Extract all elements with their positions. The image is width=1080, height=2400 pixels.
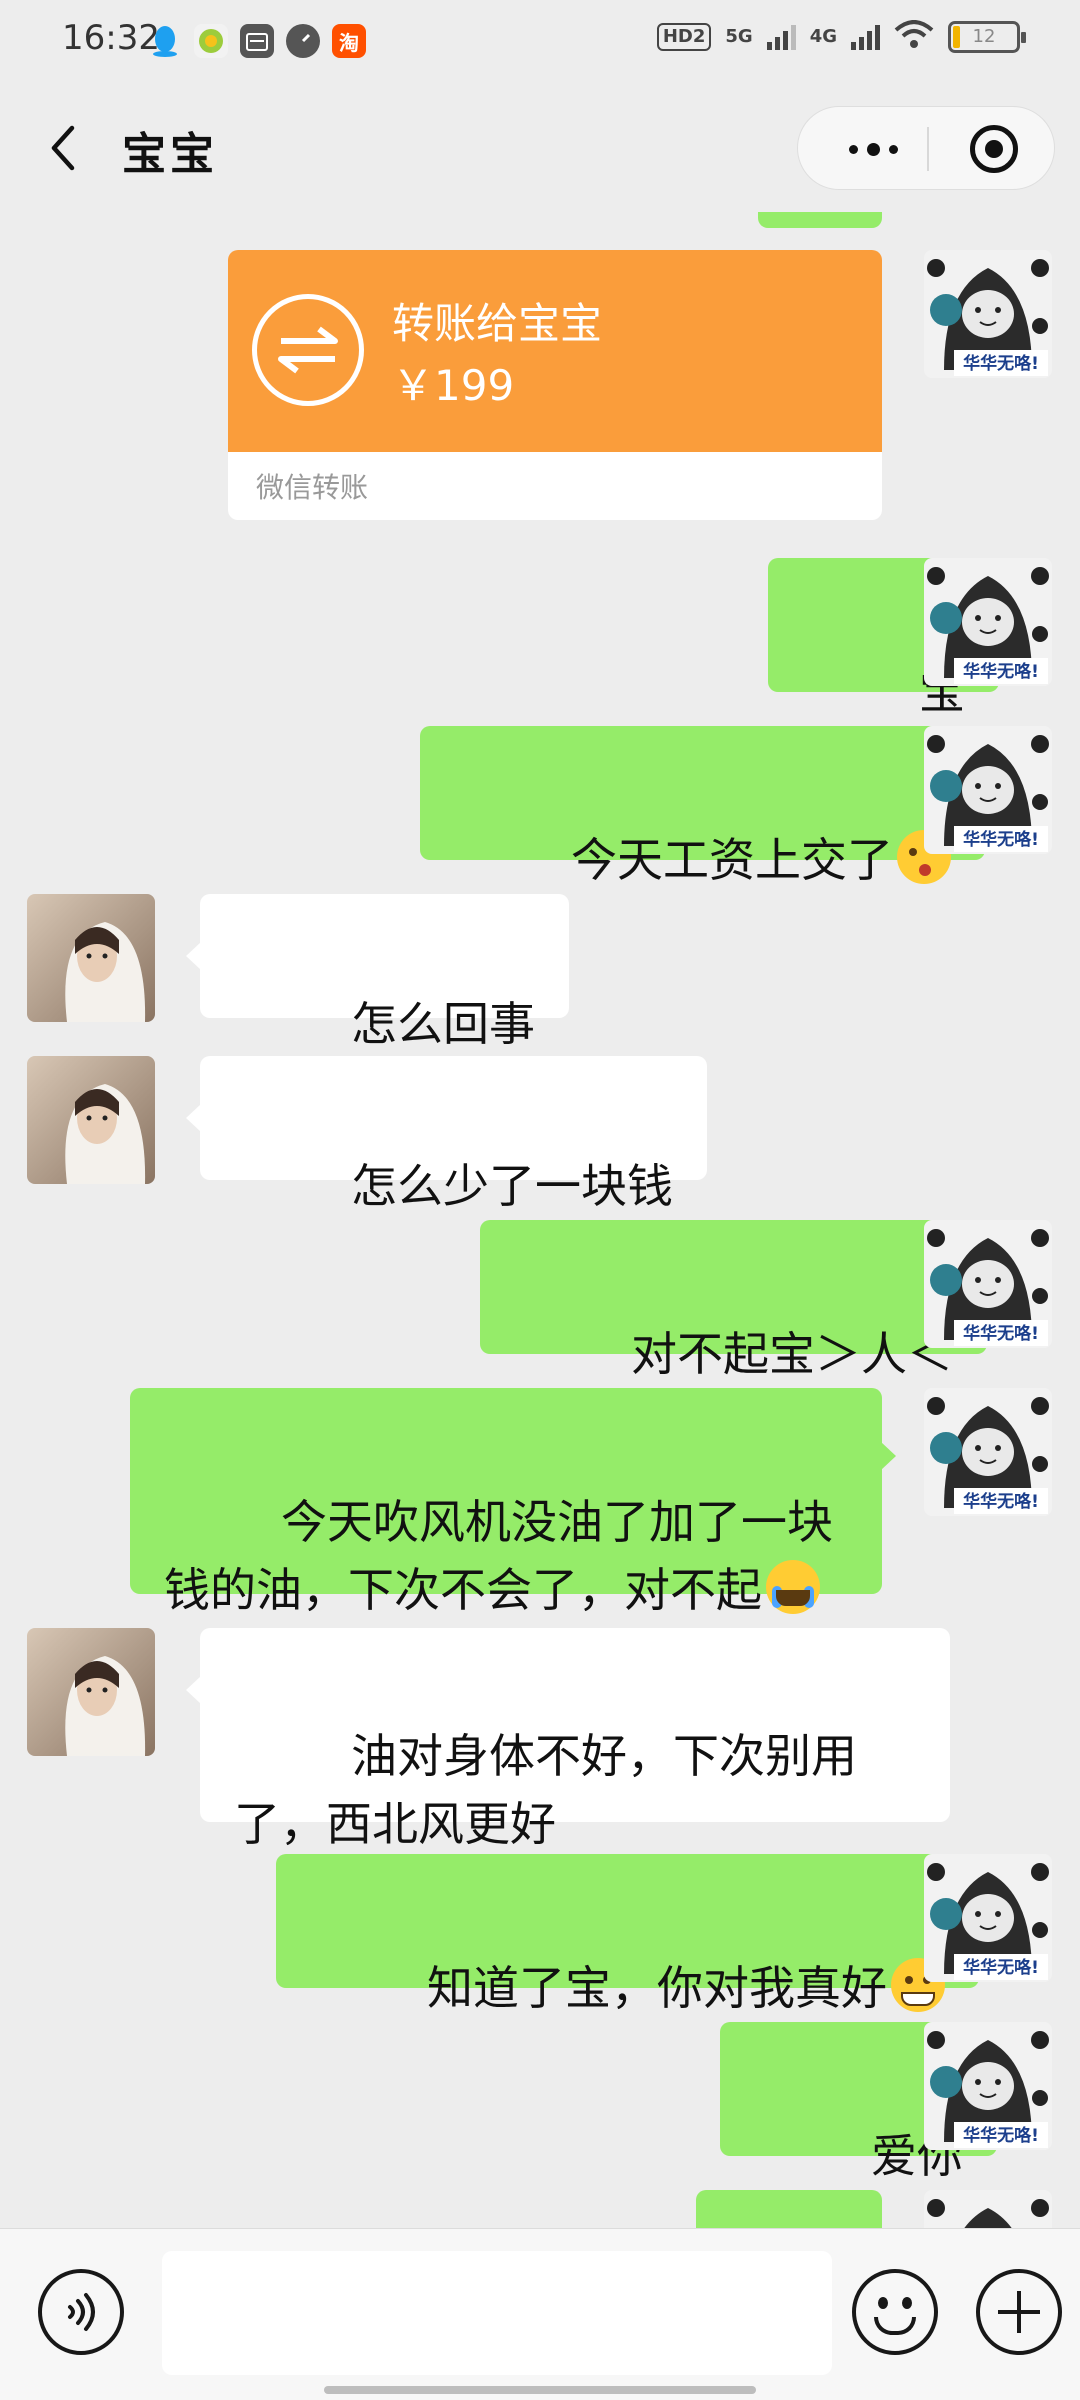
- message-text: 怎么回事: [350, 997, 535, 1051]
- input-bar: [0, 2228, 1080, 2400]
- incoming-message-bubble[interactable]: 油对身体不好，下次别用了，西北风更好: [186, 1628, 950, 1851]
- more-icon[interactable]: [828, 107, 918, 191]
- my-avatar[interactable]: 华华无咯!: [924, 558, 1052, 686]
- outgoing-message-bubble[interactable]: 今天工资上交了: [420, 726, 999, 887]
- message-text: 怎么少了一块钱: [350, 1159, 673, 1213]
- outgoing-message-bubble[interactable]: 今天吹风机没油了加了一块钱的油，下次不会了，对不起: [130, 1388, 896, 1617]
- svg-text:华华无咯!: 华华无咯!: [963, 829, 1039, 850]
- svg-text:华华无咯!: 华华无咯!: [963, 2125, 1039, 2146]
- outgoing-message-bubble[interactable]: 知道了宝，你对我真好: [276, 1854, 993, 2015]
- my-avatar[interactable]: 华华无咯!: [924, 1388, 1052, 1516]
- battery-icon: 12: [948, 21, 1026, 53]
- transfer-card-header: 转账给宝宝 ￥199: [228, 250, 882, 452]
- message-list[interactable]: 转账给宝宝 ￥199 微信转账 华华无咯! 宝 华华无咯! 今天工资上交了 华华…: [0, 212, 1080, 2228]
- my-avatar[interactable]: 华华无咯!: [924, 726, 1052, 854]
- close-target-icon[interactable]: [970, 125, 1018, 173]
- chat-title: 宝宝: [122, 129, 218, 180]
- my-avatar[interactable]: 华华无咯!: [924, 1854, 1052, 1982]
- contact-avatar[interactable]: [27, 1056, 155, 1184]
- home-indicator[interactable]: [324, 2386, 756, 2394]
- transfer-amount: ￥199: [392, 361, 515, 410]
- app-icon: [194, 24, 228, 58]
- my-avatar[interactable]: 华华无咯!: [924, 2190, 1052, 2228]
- qq-icon: [148, 24, 182, 58]
- taobao-icon: 淘: [332, 24, 366, 58]
- capsule-divider: [927, 127, 929, 171]
- crying-emoji-icon: [766, 1560, 820, 1614]
- outgoing-message-bubble[interactable]: 对不起宝＞人＜: [480, 1220, 1001, 1381]
- message-text: 今天吹风机没油了加了一块钱的油，下次不会了，对不起: [164, 1495, 833, 1617]
- my-avatar[interactable]: 华华无咯!: [924, 1220, 1052, 1348]
- signal-5g-icon: [766, 24, 796, 50]
- incoming-message-bubble[interactable]: 怎么少了一块钱: [186, 1056, 707, 1213]
- partial-message-bubble[interactable]: [758, 212, 882, 228]
- status-bar: 16:32 淘 HD2 5G 4G 12: [0, 0, 1080, 82]
- message-text: 知道了宝，你对我真好: [426, 1961, 887, 2015]
- message-text: 对不起宝＞人＜: [630, 1327, 953, 1381]
- title-bar: 宝宝: [0, 84, 1080, 212]
- emoji-button-icon[interactable]: [852, 2269, 938, 2355]
- plus-icon[interactable]: [976, 2269, 1062, 2355]
- voice-input-icon[interactable]: [38, 2269, 124, 2355]
- svg-text:华华无咯!: 华华无咯!: [963, 1491, 1039, 1512]
- calendar-icon: [240, 24, 274, 58]
- battery-level: 12: [972, 26, 996, 47]
- svg-text:华华无咯!: 华华无咯!: [963, 1323, 1039, 1344]
- svg-text:华华无咯!: 华华无咯!: [963, 661, 1039, 682]
- svg-text:华华无咯!: 华华无咯!: [963, 1957, 1039, 1978]
- my-avatar[interactable]: 华华无咯!: [924, 2022, 1052, 2150]
- incoming-message-bubble[interactable]: 怎么回事: [186, 894, 569, 1051]
- wifi-icon: [894, 20, 934, 54]
- system-status: HD2 5G 4G 12: [656, 20, 1026, 54]
- network-5g-label: 5G: [725, 26, 753, 47]
- signal-4g-icon: [851, 24, 880, 50]
- transfer-footer: 微信转账: [256, 471, 369, 504]
- message-text: 今天工资上交了: [570, 833, 893, 887]
- transfer-arrows-icon: [252, 294, 364, 406]
- contact-avatar[interactable]: [27, 894, 155, 1022]
- my-avatar[interactable]: 华华无咯!: [924, 250, 1052, 378]
- hd-indicator: HD2: [656, 23, 712, 51]
- chat-screen: 16:32 淘 HD2 5G 4G 12 宝宝 转账给宝宝 ￥199 微信转账 …: [0, 0, 1080, 2400]
- speed-icon: [286, 24, 320, 58]
- svg-text:华华无咯!: 华华无咯!: [963, 353, 1039, 374]
- back-icon[interactable]: [38, 120, 88, 176]
- partial-message-bubble[interactable]: [696, 2190, 882, 2228]
- message-text: 油对身体不好，下次别用了，西北风更好: [234, 1729, 857, 1851]
- network-4g-label: 4G: [809, 26, 837, 47]
- contact-avatar[interactable]: [27, 1628, 155, 1756]
- mini-program-capsule: [797, 106, 1055, 190]
- status-time: 16:32: [62, 18, 160, 58]
- message-input[interactable]: [162, 2251, 832, 2375]
- transfer-title: 转账给宝宝: [392, 299, 603, 348]
- transfer-card[interactable]: 转账给宝宝 ￥199 微信转账: [228, 250, 882, 520]
- notification-icons: 淘: [148, 24, 366, 58]
